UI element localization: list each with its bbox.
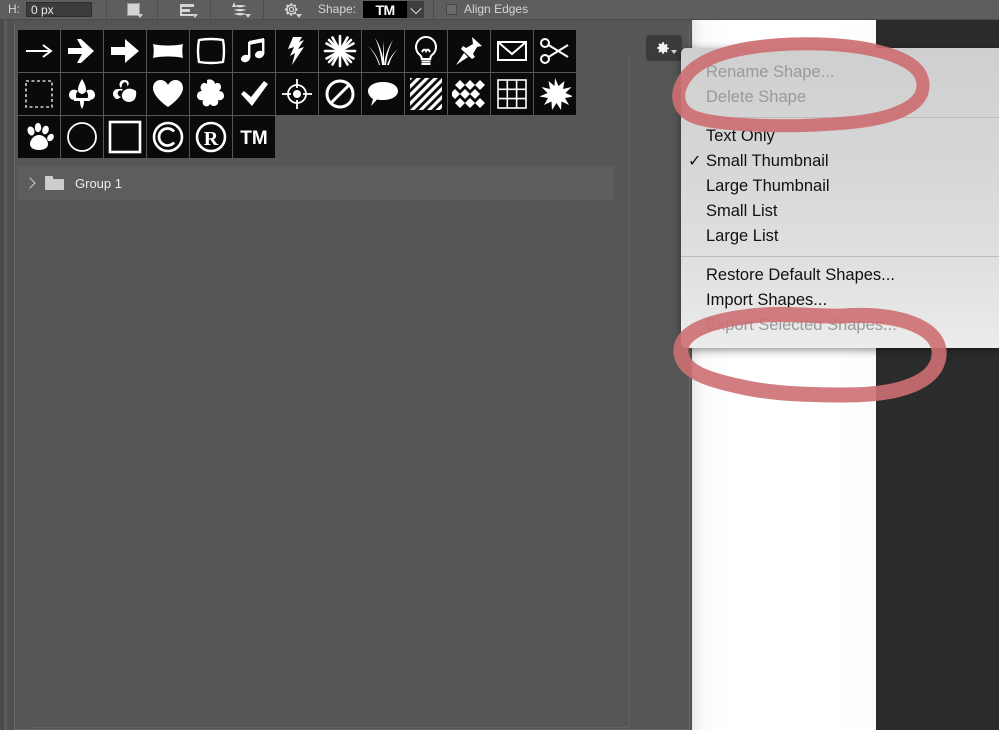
toolbar-separator-5 [433,0,435,19]
panel-edge-inner [7,0,14,730]
shape-picker-panel: R TM [14,25,690,730]
menu-item-label: Import Shapes... [706,291,828,309]
chevron-down-icon [192,14,198,18]
chevron-right-icon[interactable] [24,177,36,189]
menu-item-label: Rename Shape... [706,63,835,81]
shape-cell-fleur-de-lis[interactable] [61,73,103,115]
shape-cell-ornament-floral[interactable] [104,73,146,115]
align-edges-label: Align Edges [464,2,529,16]
shape-cell-square-outline[interactable] [104,116,146,158]
shape-cell-starburst-jagged[interactable] [534,73,576,115]
shape-cell-copyright[interactable] [147,116,189,158]
shape-cell-starburst-thin[interactable] [319,30,361,72]
menu-item-import-shapes[interactable]: Import Shapes... [681,288,999,313]
menu-item-label: Text Only [706,127,775,145]
shape-cell-eighth-notes[interactable] [233,30,275,72]
check-icon: ✓ [688,153,702,170]
shape-cell-envelope[interactable] [491,30,533,72]
height-input[interactable]: 0 px [26,2,92,17]
arrange-layers-button[interactable] [227,0,253,19]
chevron-down-icon [671,50,677,54]
gear-icon [656,41,669,54]
shape-cell-arrow-right-outline[interactable] [61,30,103,72]
shape-cell-light-bulb[interactable] [405,30,447,72]
menu-item-large-thumbnail[interactable]: Large Thumbnail [681,174,999,199]
menu-item-label: Large List [706,227,779,245]
chevron-down-icon [296,14,302,18]
menu-item-label: Delete Shape [706,88,806,106]
menu-item-small-thumbnail[interactable]: ✓ Small Thumbnail [681,149,999,174]
picker-divider [629,55,630,727]
shape-label: Shape: [318,2,357,16]
picker-options-menu: Rename Shape... Delete Shape Text Only ✓… [681,48,999,348]
folder-icon [45,176,64,190]
shape-cell-paw-print[interactable] [18,116,60,158]
shape-cell-push-pin[interactable] [448,30,490,72]
shape-cell-scissors[interactable] [534,30,576,72]
menu-item-label: Export Selected Shapes... [706,316,897,334]
shape-grid-wrapper: R TM [18,30,618,159]
shape-cell-no-entry-sign[interactable] [319,73,361,115]
menu-item-label: Restore Default Shapes... [706,266,895,284]
menu-item-large-list[interactable]: Large List [681,224,999,249]
shape-cell-speech-bubble[interactable] [362,73,404,115]
align-button[interactable] [174,0,200,19]
options-bar: H: 0 px Shape: TM Align Edges [0,0,999,20]
toolbar-separator-2 [157,0,158,19]
menu-separator-2 [681,256,999,257]
path-options-button[interactable] [278,0,304,19]
shape-cell-grass[interactable] [362,30,404,72]
shape-cell-dashed-square[interactable] [18,73,60,115]
shape-picker-toggle[interactable] [407,1,425,18]
shape-cell-check-mark[interactable] [233,73,275,115]
shape-cell-lightning-bolt[interactable] [276,30,318,72]
toolbar-separator-4 [263,0,264,19]
menu-item-export-selected-shapes: Export Selected Shapes... [681,313,999,338]
fill-swatch-button[interactable] [121,0,145,19]
shape-group-label: Group 1 [75,175,122,191]
shape-preview[interactable]: TM [363,1,408,18]
menu-item-label: Small Thumbnail [706,152,829,170]
shape-cell-circle-outline[interactable] [61,116,103,158]
menu-item-delete-shape: Delete Shape [681,85,999,110]
height-label: H: [8,2,20,16]
shape-cell-paw-blob[interactable] [190,73,232,115]
picker-empty-area [32,225,629,728]
menu-item-label: Small List [706,202,778,220]
shape-cell-banner-ribbon[interactable] [147,30,189,72]
shape-cell-diamond-checker[interactable] [448,73,490,115]
chevron-down-icon [245,14,251,18]
align-edges-checkbox[interactable] [446,4,458,15]
svg-text:TM: TM [240,128,267,149]
menu-item-text-only[interactable]: Text Only [681,124,999,149]
shape-group-row[interactable]: Group 1 [17,166,614,200]
menu-separator-1 [681,117,999,118]
shape-grid: R TM [18,30,607,159]
menu-item-rename-shape: Rename Shape... [681,60,999,85]
chevron-down-icon [409,2,422,14]
shape-cell-registered[interactable]: R [190,116,232,158]
chevron-down-icon [137,14,143,18]
shape-cell-diagonal-hatch[interactable] [405,73,447,115]
svg-text:R: R [204,128,219,150]
shape-cell-arrow-right-solid[interactable] [104,30,146,72]
shape-cell-grid-nine[interactable] [491,73,533,115]
picker-options-button[interactable] [646,35,682,61]
shape-cell-trademark[interactable]: TM [233,116,275,158]
shape-cell-thin-arrow-right[interactable] [18,30,60,72]
shape-cell-rough-square-frame[interactable] [190,30,232,72]
toolbar-separator-3 [210,0,211,19]
menu-item-label: Large Thumbnail [706,177,830,195]
toolbar-separator-1 [106,0,107,19]
shape-cell-heart[interactable] [147,73,189,115]
menu-item-restore-default-shapes[interactable]: Restore Default Shapes... [681,263,999,288]
shape-cell-crosshair-target[interactable] [276,73,318,115]
menu-item-small-list[interactable]: Small List [681,199,999,224]
